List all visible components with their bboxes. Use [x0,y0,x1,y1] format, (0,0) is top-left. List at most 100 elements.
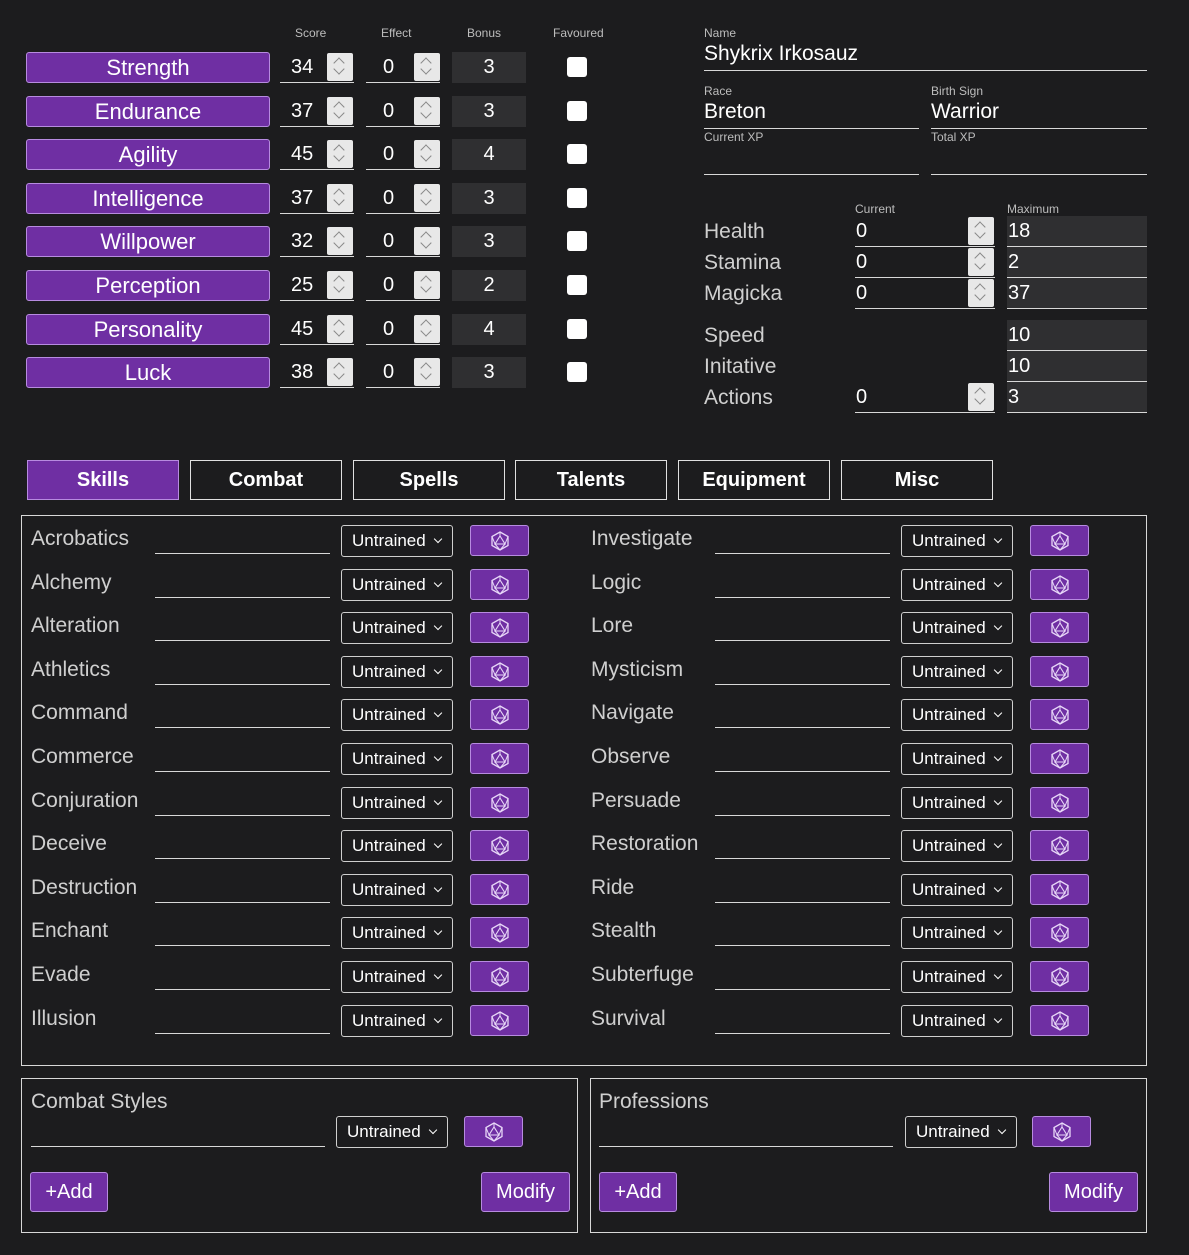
profession-modify-button[interactable]: Modify [1049,1172,1138,1212]
favoured-checkbox-endurance[interactable] [567,101,587,121]
skill-level-select-command[interactable]: Untrained [341,699,453,731]
skill-roll-button-commerce[interactable] [470,743,529,774]
skill-level-select-survival[interactable]: Untrained [901,1005,1013,1037]
combat-style-level-select[interactable]: Untrained [336,1116,448,1148]
skill-notes-input-evade[interactable] [155,989,330,990]
skill-level-select-persuade[interactable]: Untrained [901,787,1013,819]
actions-max-field[interactable]: 3 [1007,382,1147,413]
score-input-perception[interactable]: 25 [280,270,354,301]
attr-button-strength[interactable]: Strength [26,52,270,83]
favoured-checkbox-strength[interactable] [567,57,587,77]
skill-notes-input-enchant[interactable] [155,945,330,946]
effect-input-endurance[interactable]: 0 [366,96,440,127]
score-spinner[interactable] [327,184,353,212]
tab-talents[interactable]: Talents [515,460,667,500]
skill-level-select-alteration[interactable]: Untrained [341,612,453,644]
skill-level-select-investigate[interactable]: Untrained [901,525,1013,557]
skill-roll-button-navigate[interactable] [1030,699,1089,730]
skill-level-select-deceive[interactable]: Untrained [341,830,453,862]
skill-roll-button-lore[interactable] [1030,612,1089,643]
skill-notes-input-navigate[interactable] [715,727,890,728]
skill-roll-button-observe[interactable] [1030,743,1089,774]
skill-level-select-alchemy[interactable]: Untrained [341,569,453,601]
tab-equipment[interactable]: Equipment [678,460,830,500]
score-input-willpower[interactable]: 32 [280,226,354,257]
skill-roll-button-investigate[interactable] [1030,525,1089,556]
effect-input-strength[interactable]: 0 [366,52,440,83]
skill-level-select-ride[interactable]: Untrained [901,874,1013,906]
skill-notes-input-ride[interactable] [715,902,890,903]
skill-notes-input-athletics[interactable] [155,684,330,685]
health-current-input[interactable]: 0 [855,216,995,247]
score-spinner[interactable] [327,271,353,299]
effect-spinner[interactable] [414,53,440,81]
skill-level-select-illusion[interactable]: Untrained [341,1005,453,1037]
effect-spinner[interactable] [414,358,440,386]
actions-current-input[interactable]: 0 [855,382,995,413]
skill-notes-input-persuade[interactable] [715,815,890,816]
profession-roll-button[interactable] [1032,1116,1091,1147]
skill-level-select-acrobatics[interactable]: Untrained [341,525,453,557]
skill-roll-button-restoration[interactable] [1030,830,1089,861]
score-spinner[interactable] [327,315,353,343]
favoured-checkbox-willpower[interactable] [567,231,587,251]
name-field[interactable]: Shykrix Irkosauz [704,42,1147,71]
effect-input-personality[interactable]: 0 [366,314,440,345]
score-input-luck[interactable]: 38 [280,357,354,388]
score-input-personality[interactable]: 45 [280,314,354,345]
actions-spinner[interactable] [968,383,994,411]
skill-notes-input-restoration[interactable] [715,858,890,859]
health-max-field[interactable]: 18 [1007,216,1147,247]
score-spinner[interactable] [327,140,353,168]
skill-notes-input-illusion[interactable] [155,1033,330,1034]
effect-input-perception[interactable]: 0 [366,270,440,301]
effect-spinner[interactable] [414,184,440,212]
skill-notes-input-commerce[interactable] [155,771,330,772]
score-spinner[interactable] [327,358,353,386]
effect-spinner[interactable] [414,227,440,255]
skill-roll-button-evade[interactable] [470,961,529,992]
favoured-checkbox-intelligence[interactable] [567,188,587,208]
magicka-current-input[interactable]: 0 [855,278,995,309]
tab-skills[interactable]: Skills [27,460,179,500]
skill-level-select-observe[interactable]: Untrained [901,743,1013,775]
favoured-checkbox-agility[interactable] [567,144,587,164]
profession-level-select[interactable]: Untrained [905,1116,1017,1148]
skill-notes-input-deceive[interactable] [155,858,330,859]
favoured-checkbox-luck[interactable] [567,362,587,382]
skill-notes-input-alteration[interactable] [155,640,330,641]
effect-input-luck[interactable]: 0 [366,357,440,388]
skill-roll-button-deceive[interactable] [470,830,529,861]
score-input-agility[interactable]: 45 [280,139,354,170]
score-input-strength[interactable]: 34 [280,52,354,83]
skill-notes-input-stealth[interactable] [715,945,890,946]
attr-button-willpower[interactable]: Willpower [26,226,270,257]
attr-button-perception[interactable]: Perception [26,270,270,301]
effect-spinner[interactable] [414,140,440,168]
skill-level-select-lore[interactable]: Untrained [901,612,1013,644]
score-input-endurance[interactable]: 37 [280,96,354,127]
combat-style-add-button[interactable]: +Add [30,1172,108,1212]
skill-roll-button-persuade[interactable] [1030,787,1089,818]
skill-notes-input-observe[interactable] [715,771,890,772]
skill-notes-input-lore[interactable] [715,640,890,641]
combat-style-input[interactable] [31,1146,325,1147]
skill-level-select-conjuration[interactable]: Untrained [341,787,453,819]
skill-roll-button-illusion[interactable] [470,1005,529,1036]
skill-roll-button-ride[interactable] [1030,874,1089,905]
attr-button-endurance[interactable]: Endurance [26,96,270,127]
combat-style-modify-button[interactable]: Modify [481,1172,570,1212]
skill-roll-button-survival[interactable] [1030,1005,1089,1036]
magicka-max-field[interactable]: 37 [1007,278,1147,309]
skill-level-select-subterfuge[interactable]: Untrained [901,961,1013,993]
favoured-checkbox-personality[interactable] [567,319,587,339]
skill-notes-input-mysticism[interactable] [715,684,890,685]
skill-roll-button-destruction[interactable] [470,874,529,905]
skill-roll-button-athletics[interactable] [470,656,529,687]
skill-notes-input-logic[interactable] [715,597,890,598]
skill-level-select-logic[interactable]: Untrained [901,569,1013,601]
skill-notes-input-alchemy[interactable] [155,597,330,598]
score-spinner[interactable] [327,97,353,125]
skill-roll-button-acrobatics[interactable] [470,525,529,556]
skill-roll-button-stealth[interactable] [1030,917,1089,948]
